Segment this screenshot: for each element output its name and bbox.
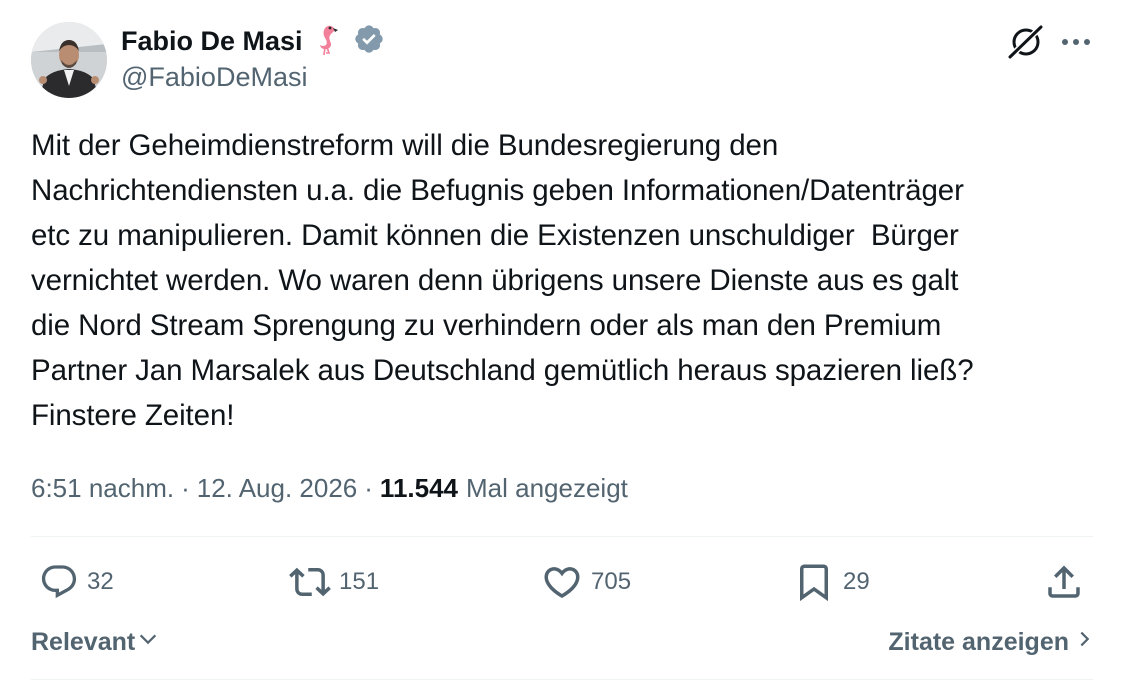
view-quotes-link[interactable]: Zitate anzeigen bbox=[888, 620, 1093, 664]
replies-header: Relevant Zitate anzeigen bbox=[31, 620, 1093, 664]
grok-icon[interactable] bbox=[1006, 22, 1046, 62]
views-count: 11.544 bbox=[379, 472, 459, 503]
heart-icon bbox=[541, 561, 583, 603]
bookmark-icon bbox=[793, 561, 835, 603]
author-display-name[interactable]: Fabio De Masi bbox=[121, 26, 303, 57]
repost-icon bbox=[289, 561, 331, 603]
tweet-time[interactable]: 6:51 nachm. bbox=[31, 473, 174, 504]
tweet-meta: 6:51 nachm. · 12. Aug. 2026 · 11.544 Mal… bbox=[31, 468, 628, 508]
views-label: Mal angezeigt bbox=[466, 472, 628, 503]
reply-button[interactable]: 32 bbox=[39, 557, 114, 607]
share-button[interactable] bbox=[1043, 557, 1085, 607]
verified-badge-icon[interactable] bbox=[353, 23, 385, 60]
meta-separator: · bbox=[364, 472, 373, 503]
chevron-right-icon bbox=[1077, 628, 1093, 657]
flamingo-icon bbox=[311, 22, 345, 61]
tweet-text: Mit der Geheimdienstreform will die Bund… bbox=[31, 129, 974, 432]
action-bar: 32 151 705 29 bbox=[31, 557, 1093, 607]
reply-count: 32 bbox=[87, 568, 114, 595]
like-button[interactable]: 705 bbox=[541, 557, 631, 607]
avatar[interactable] bbox=[31, 22, 107, 98]
author-name-row[interactable]: Fabio De Masi bbox=[121, 22, 385, 60]
sort-label: Relevant bbox=[31, 627, 136, 656]
chevron-down-icon bbox=[137, 628, 159, 657]
meta-separator: · bbox=[181, 472, 190, 503]
reply-icon bbox=[39, 562, 79, 602]
tweet-date[interactable]: 12. Aug. 2026 bbox=[197, 473, 357, 504]
share-icon bbox=[1043, 561, 1085, 603]
sort-dropdown[interactable]: Relevant bbox=[31, 620, 159, 664]
bookmark-button[interactable]: 29 bbox=[793, 557, 870, 607]
avatar-photo bbox=[31, 22, 107, 98]
repost-count: 151 bbox=[339, 568, 380, 595]
quotes-label: Zitate anzeigen bbox=[888, 627, 1069, 656]
like-count: 705 bbox=[591, 568, 632, 595]
more-options-icon[interactable] bbox=[1056, 22, 1096, 62]
repost-button[interactable]: 151 bbox=[289, 557, 379, 607]
divider bbox=[31, 536, 1093, 537]
author-handle[interactable]: @FabioDeMasi bbox=[121, 62, 307, 93]
bookmark-count: 29 bbox=[843, 568, 870, 595]
